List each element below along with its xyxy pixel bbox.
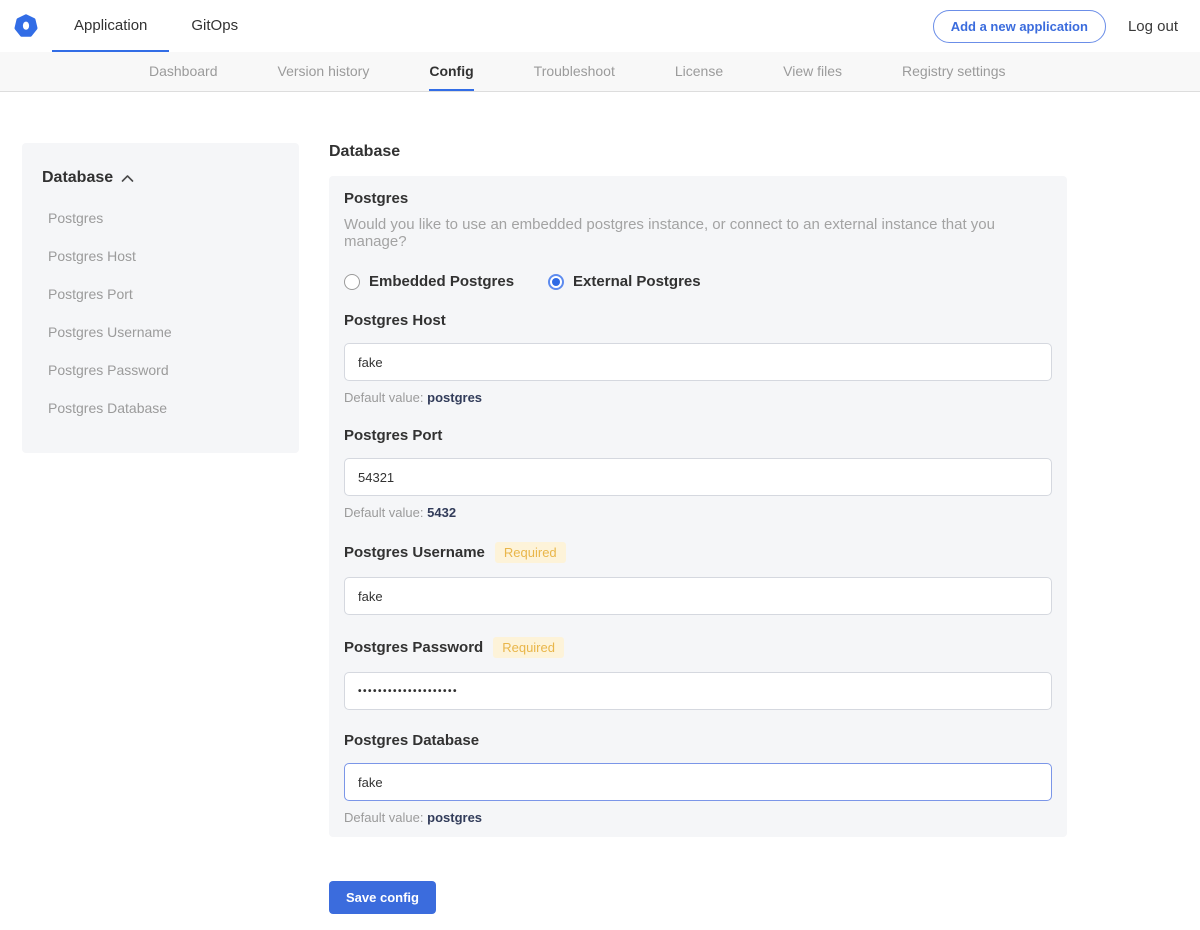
default-prefix: Default value: [344,505,424,520]
sidebar-item-postgres-host[interactable]: Postgres Host [42,237,279,275]
sidebar-item-list: Postgres Postgres Host Postgres Port Pos… [42,199,279,427]
app-tabs: Application GitOps [52,0,260,52]
subnav-registry-settings-label: Registry settings [902,63,1005,79]
add-application-button[interactable]: Add a new application [933,10,1106,43]
postgres-database-input[interactable] [344,763,1052,801]
postgres-database-default-hint: Default value: postgres [344,810,1052,825]
postgres-group-label: Postgres [344,190,1052,207]
tab-gitops[interactable]: GitOps [169,0,260,52]
postgres-database-label: Postgres Database [344,732,479,749]
config-item-postgres-database: Postgres Database Default value: postgre… [344,732,1052,825]
radio-selected-icon [548,274,564,290]
tab-application[interactable]: Application [52,0,169,52]
radio-embedded-postgres[interactable]: Embedded Postgres [344,273,514,290]
sidebar-group-database-label: Database [42,169,113,187]
postgres-database-label-row: Postgres Database [344,732,1052,749]
postgres-username-label-row: Postgres Username Required [344,542,1052,563]
app-subnav: Dashboard Version history Config Trouble… [0,52,1200,92]
default-prefix: Default value: [344,810,424,825]
postgres-host-default-hint: Default value: postgres [344,390,1052,405]
postgres-port-label: Postgres Port [344,427,442,444]
config-item-postgres-host: Postgres Host Default value: postgres [344,312,1052,405]
subnav-license-label: License [675,63,723,79]
postgres-port-label-row: Postgres Port [344,427,1052,444]
default-value: postgres [427,810,482,825]
sidebar-item-postgres-password[interactable]: Postgres Password [42,351,279,389]
sidebar-item-postgres-port[interactable]: Postgres Port [42,275,279,313]
config-page: Database Postgres Postgres Host Postgres… [0,143,1200,930]
default-prefix: Default value: [344,390,424,405]
tab-gitops-label: GitOps [191,17,238,34]
radio-embedded-postgres-label: Embedded Postgres [369,273,514,290]
postgres-host-label-row: Postgres Host [344,312,1052,329]
postgres-username-input[interactable] [344,577,1052,615]
sidebar-item-postgres[interactable]: Postgres [42,199,279,237]
required-badge: Required [493,637,564,658]
postgres-port-default-hint: Default value: 5432 [344,505,1052,520]
logout-button[interactable]: Log out [1128,18,1178,35]
app-logo [10,0,52,52]
save-config-button[interactable]: Save config [329,881,436,914]
config-main: Database Postgres Would you like to use … [329,143,1067,930]
config-sidebar: Database Postgres Postgres Host Postgres… [22,143,299,453]
subnav-item-dashboard[interactable]: Dashboard [149,52,218,91]
postgres-host-input[interactable] [344,343,1052,381]
postgres-password-input[interactable] [344,672,1052,710]
subnav-item-version-history[interactable]: Version history [278,52,370,91]
topnav-right: Add a new application Log out [933,0,1200,52]
subnav-troubleshoot-label: Troubleshoot [534,63,615,79]
required-badge: Required [495,542,566,563]
sidebar-item-postgres-username[interactable]: Postgres Username [42,313,279,351]
radio-external-postgres[interactable]: External Postgres [548,273,701,290]
postgres-password-label: Postgres Password [344,639,483,656]
top-nav: Application GitOps Add a new application… [0,0,1200,52]
subnav-item-troubleshoot[interactable]: Troubleshoot [534,52,615,91]
chevron-up-icon [121,174,134,183]
config-item-postgres-password: Postgres Password Required [344,637,1052,710]
radio-unselected-icon [344,274,360,290]
postgres-radio-group: Embedded Postgres External Postgres [344,273,1052,290]
subnav-config-label: Config [429,63,473,79]
subnav-item-registry-settings[interactable]: Registry settings [902,52,1005,91]
config-item-postgres: Postgres Would you like to use an embedd… [344,190,1052,290]
config-item-postgres-port: Postgres Port Default value: 5432 [344,427,1052,520]
subnav-version-history-label: Version history [278,63,370,79]
config-card: Postgres Would you like to use an embedd… [329,176,1067,837]
subnav-item-view-files[interactable]: View files [783,52,842,91]
postgres-username-label: Postgres Username [344,544,485,561]
default-value: 5432 [427,505,456,520]
config-item-postgres-username: Postgres Username Required [344,542,1052,615]
postgres-port-input[interactable] [344,458,1052,496]
subnav-item-license[interactable]: License [675,52,723,91]
postgres-host-label: Postgres Host [344,312,446,329]
subnav-dashboard-label: Dashboard [149,63,218,79]
radio-external-postgres-label: External Postgres [573,273,701,290]
section-title: Database [329,143,1067,161]
sidebar-group-database[interactable]: Database [42,169,279,187]
postgres-help-text: Would you like to use an embedded postgr… [344,216,1052,250]
subnav-view-files-label: View files [783,63,842,79]
postgres-password-label-row: Postgres Password Required [344,637,1052,658]
kots-logo-icon [14,14,38,38]
default-value: postgres [427,390,482,405]
subnav-item-config[interactable]: Config [429,52,473,91]
tab-application-label: Application [74,17,147,34]
sidebar-item-postgres-database[interactable]: Postgres Database [42,389,279,427]
